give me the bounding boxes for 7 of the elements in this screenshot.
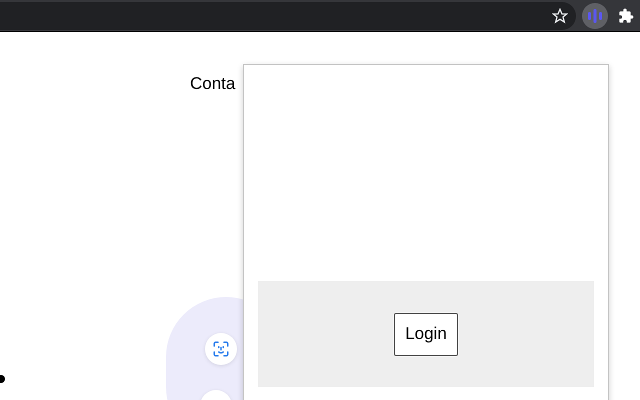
bars-logo-icon bbox=[587, 8, 603, 24]
page-heading: Conta bbox=[190, 74, 236, 94]
face-scan-icon bbox=[212, 340, 230, 358]
extension-button[interactable] bbox=[582, 2, 608, 28]
puzzle-icon[interactable] bbox=[618, 8, 634, 24]
star-icon[interactable] bbox=[552, 8, 568, 24]
login-button[interactable]: Login bbox=[394, 312, 458, 356]
